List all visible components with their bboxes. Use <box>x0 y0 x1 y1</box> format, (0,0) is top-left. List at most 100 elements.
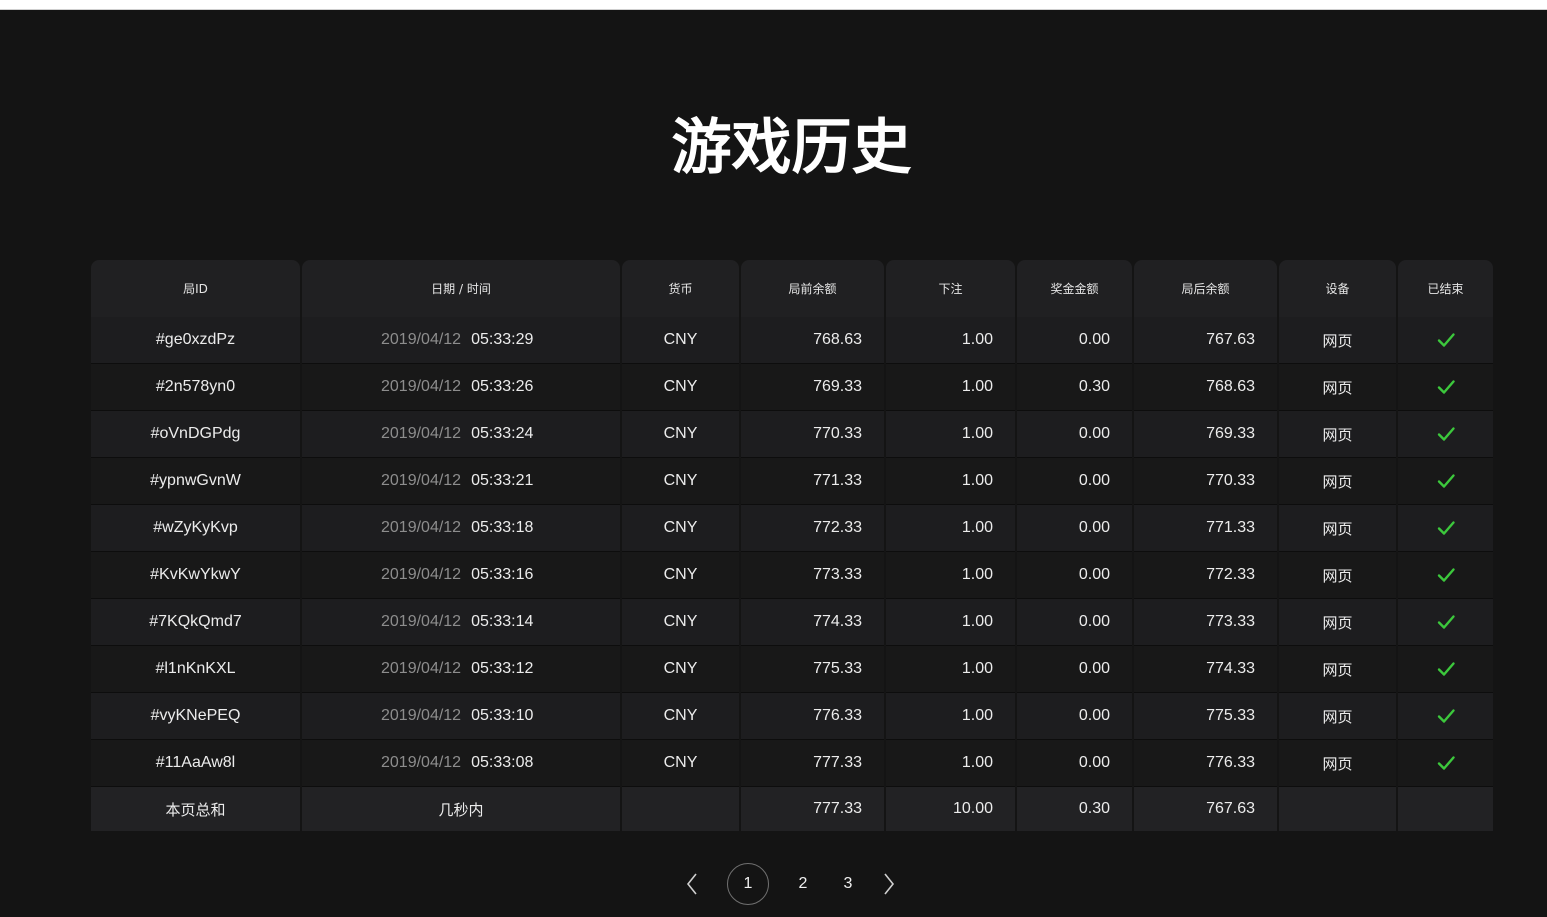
date-value: 2019/04/12 <box>381 707 462 724</box>
table-row[interactable]: #11AaAw8l 2019/04/12 05:33:08 CNY 777.33 1.00… <box>91 740 1493 787</box>
balance-after: 772.33 <box>1134 552 1277 599</box>
bet-amount: 1.00 <box>886 693 1015 740</box>
finished-cell <box>1398 411 1493 458</box>
table-row[interactable]: #2n578yn0 2019/04/12 05:33:26 CNY 769.33 1.00… <box>91 364 1493 411</box>
finished-cell <box>1398 646 1493 693</box>
table-row[interactable]: #l1nKnKXL 2019/04/12 05:33:12 CNY 775.33 1.00… <box>91 646 1493 693</box>
page-button-3[interactable]: 3 <box>838 862 858 906</box>
datetime-cell: 2019/04/12 05:33:29 <box>302 317 620 364</box>
balance-before: 776.33 <box>741 693 884 740</box>
round-id[interactable]: #oVnDGPdg <box>91 411 300 458</box>
datetime-cell: 2019/04/12 05:33:12 <box>302 646 620 693</box>
finished-cell <box>1398 364 1493 411</box>
bet-amount: 1.00 <box>886 552 1015 599</box>
time-value: 05:33:12 <box>471 660 534 677</box>
round-id[interactable]: #ge0xzdPz <box>91 317 300 364</box>
win-amount: 0.00 <box>1017 693 1132 740</box>
date-value: 2019/04/12 <box>381 754 462 771</box>
device: 网页 <box>1279 505 1396 552</box>
time-value: 05:33:18 <box>471 519 534 536</box>
date-value: 2019/04/12 <box>381 378 462 395</box>
balance-before: 771.33 <box>741 458 884 505</box>
table-row[interactable]: #vyKNePEQ 2019/04/12 05:33:10 CNY 776.33 1.00… <box>91 693 1493 740</box>
device: 网页 <box>1279 411 1396 458</box>
round-id[interactable]: #wZyKyKvp <box>91 505 300 552</box>
checkmark-icon <box>1437 333 1455 347</box>
round-id[interactable]: #vyKNePEQ <box>91 693 300 740</box>
win-amount: 0.00 <box>1017 411 1132 458</box>
datetime-cell: 2019/04/12 05:33:18 <box>302 505 620 552</box>
currency: CNY <box>622 317 739 364</box>
checkmark-icon <box>1437 380 1455 394</box>
column-header-round-id[interactable]: 局ID <box>91 260 300 317</box>
checkmark-icon <box>1437 615 1455 629</box>
bet-amount: 1.00 <box>886 505 1015 552</box>
table-row[interactable]: #wZyKyKvp 2019/04/12 05:33:18 CNY 772.33 1.00… <box>91 505 1493 552</box>
round-id[interactable]: #2n578yn0 <box>91 364 300 411</box>
balance-after: 775.33 <box>1134 693 1277 740</box>
bet-amount: 1.00 <box>886 411 1015 458</box>
table-row[interactable]: #7KQkQmd7 2019/04/12 05:33:14 CNY 774.33 1.00… <box>91 599 1493 646</box>
device: 网页 <box>1279 364 1396 411</box>
win-amount: 0.00 <box>1017 599 1132 646</box>
balance-before: 770.33 <box>741 411 884 458</box>
column-header-device[interactable]: 设备 <box>1279 260 1396 317</box>
round-id[interactable]: #11AaAw8l <box>91 740 300 787</box>
date-value: 2019/04/12 <box>381 331 462 348</box>
currency: CNY <box>622 505 739 552</box>
column-header-balance-before[interactable]: 局前余额 <box>741 260 884 317</box>
time-value: 05:33:24 <box>471 425 534 442</box>
finished-cell <box>1398 740 1493 787</box>
bet-amount: 1.00 <box>886 317 1015 364</box>
table-row[interactable]: #ypnwGvnW 2019/04/12 05:33:21 CNY 771.33 1.00… <box>91 458 1493 505</box>
balance-before: 773.33 <box>741 552 884 599</box>
balance-before: 768.63 <box>741 317 884 364</box>
device: 网页 <box>1279 458 1396 505</box>
total-balance-before: 777.33 <box>741 787 884 831</box>
finished-cell <box>1398 458 1493 505</box>
win-amount: 0.00 <box>1017 552 1132 599</box>
win-amount: 0.00 <box>1017 740 1132 787</box>
currency: CNY <box>622 411 739 458</box>
column-header-finished[interactable]: 已结束 <box>1398 260 1493 317</box>
checkmark-icon <box>1437 662 1455 676</box>
win-amount: 0.00 <box>1017 317 1132 364</box>
balance-after: 773.33 <box>1134 599 1277 646</box>
round-id[interactable]: #l1nKnKXL <box>91 646 300 693</box>
checkmark-icon <box>1437 568 1455 582</box>
column-header-currency[interactable]: 货币 <box>622 260 739 317</box>
balance-before: 774.33 <box>741 599 884 646</box>
total-win: 0.30 <box>1017 787 1132 831</box>
page-button-1[interactable]: 1 <box>727 863 769 905</box>
balance-after: 767.63 <box>1134 317 1277 364</box>
total-bet: 10.00 <box>886 787 1015 831</box>
chevron-left-icon[interactable] <box>686 862 704 906</box>
column-header-win-amount[interactable]: 奖金金额 <box>1017 260 1132 317</box>
table-header-row: 局ID 日期 / 时间 货币 局前余额 下注 奖金金额 局后余额 设备 已结束 <box>91 260 1493 317</box>
page-total-row: 本页总和 几秒内 777.33 10.00 0.30 767.63 <box>91 787 1493 831</box>
column-header-bet[interactable]: 下注 <box>886 260 1015 317</box>
datetime-cell: 2019/04/12 05:33:26 <box>302 364 620 411</box>
round-id[interactable]: #ypnwGvnW <box>91 458 300 505</box>
chevron-right-icon[interactable] <box>883 862 901 906</box>
date-value: 2019/04/12 <box>381 425 462 442</box>
datetime-cell: 2019/04/12 05:33:16 <box>302 552 620 599</box>
round-id[interactable]: #KvKwYkwY <box>91 552 300 599</box>
balance-after: 768.63 <box>1134 364 1277 411</box>
table-row[interactable]: #ge0xzdPz 2019/04/12 05:33:29 CNY 768.63 1.00… <box>91 317 1493 364</box>
balance-before: 777.33 <box>741 740 884 787</box>
round-id[interactable]: #7KQkQmd7 <box>91 599 300 646</box>
checkmark-icon <box>1437 427 1455 441</box>
currency: CNY <box>622 599 739 646</box>
currency: CNY <box>622 646 739 693</box>
currency: CNY <box>622 364 739 411</box>
page-button-2[interactable]: 2 <box>793 862 813 906</box>
column-header-balance-after[interactable]: 局后余额 <box>1134 260 1277 317</box>
balance-after: 774.33 <box>1134 646 1277 693</box>
table-row[interactable]: #oVnDGPdg 2019/04/12 05:33:24 CNY 770.33 1.00… <box>91 411 1493 458</box>
time-value: 05:33:21 <box>471 472 534 489</box>
column-header-datetime[interactable]: 日期 / 时间 <box>302 260 620 317</box>
bet-amount: 1.00 <box>886 646 1015 693</box>
table-row[interactable]: #KvKwYkwY 2019/04/12 05:33:16 CNY 773.33 1.00… <box>91 552 1493 599</box>
game-history-table-container: 局ID 日期 / 时间 货币 局前余额 下注 奖金金额 局后余额 设备 已结束 … <box>91 260 1493 831</box>
